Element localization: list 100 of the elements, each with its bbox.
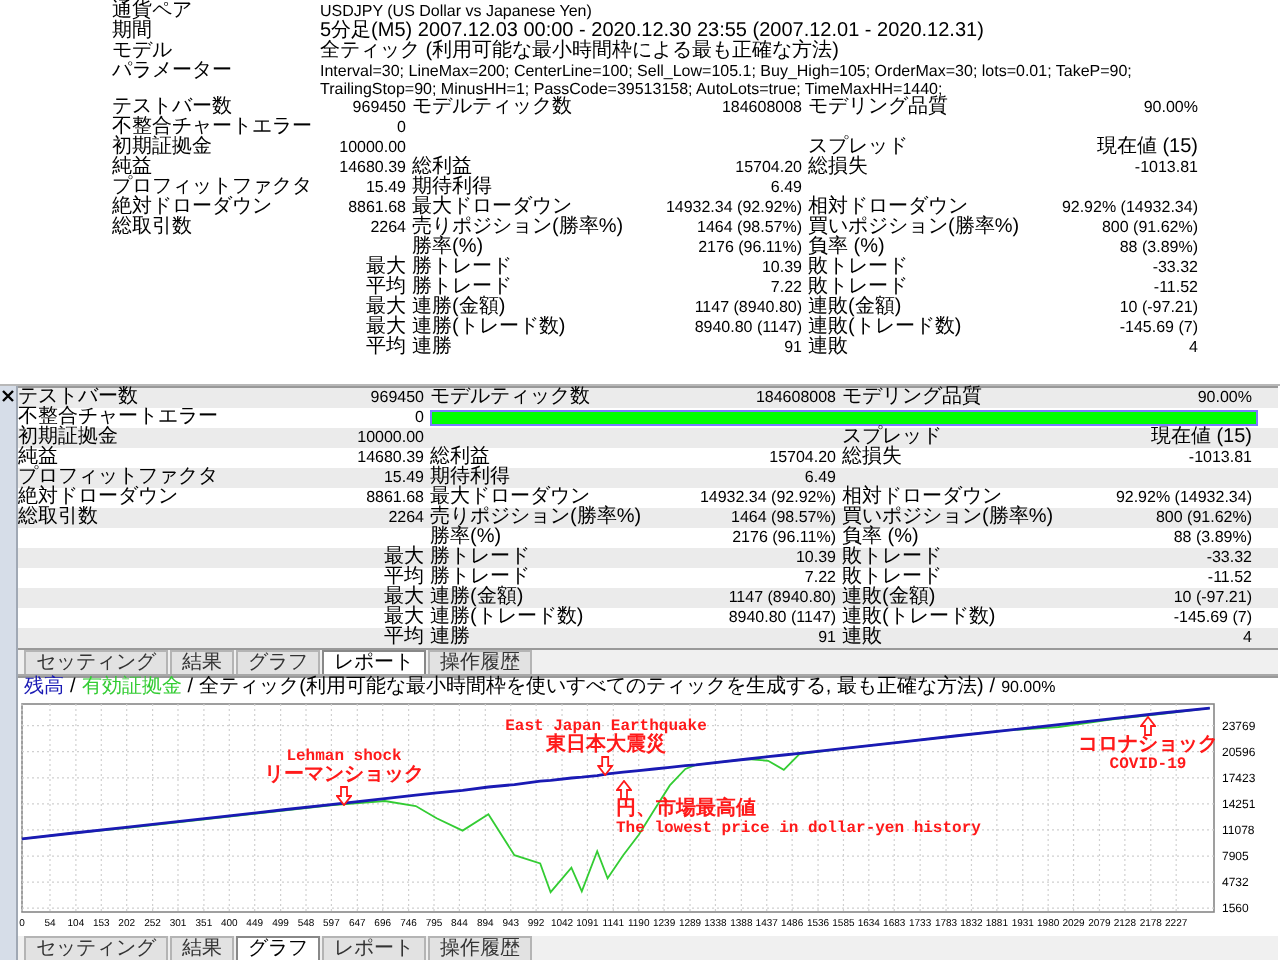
table-cell-text: 91 [816, 628, 838, 648]
table-cell-text: 勝トレード [430, 568, 532, 588]
table-cell-text: 15704.20 [767, 448, 838, 468]
table-cell-text: 6.49 [802, 468, 838, 488]
table-cell-text: 4 [1241, 628, 1254, 648]
table-cell-text: 8861.68 [364, 488, 426, 508]
annotation-label: The lowest price in dollar-yen history [616, 820, 981, 838]
stat-label: 連勝 [412, 338, 453, 358]
table-cell-text: 平均 [382, 628, 426, 648]
stat-label: 勝トレード [412, 258, 514, 278]
stat-label: 不整合チャートエラー [112, 118, 314, 138]
stat-value: 10000.00 [337, 138, 408, 158]
table-cell-text: 勝率(%) [430, 528, 504, 548]
table-cell-text: 1464 (98.57%) [729, 508, 838, 528]
table-cell-text: -1013.81 [1186, 448, 1254, 468]
stat-label: 総取引数 [112, 218, 194, 238]
stat-value: 91 [782, 338, 804, 358]
field-value: 5分足(M5) 2007.12.03 00:00 - 2020.12.30 23:55 (2007.12.01 - 2020.12.31) [320, 22, 986, 42]
stat-value: 1147 (8940.80) [692, 298, 804, 318]
table-cell-text: 絶対ドローダウン [18, 488, 180, 508]
stat-value: 最大 [364, 318, 408, 338]
chart-title: 全ティック(利用可能な最小時間枠を使いすべてのティックを生成する, 最も正確な方法) [199, 678, 984, 700]
stat-value: 90.00% [1141, 98, 1200, 118]
table-cell-text: 10 (-97.21) [1171, 588, 1254, 608]
stat-value: 1464 (98.57%) [695, 218, 804, 238]
table-cell-text: 14932.34 (92.92%) [697, 488, 838, 508]
tab[interactable]: グラフ [236, 650, 320, 674]
annotation-label: East Japan Earthquake [505, 718, 707, 736]
table-cell-text: 最大 [382, 588, 426, 608]
tab[interactable]: 操作履歴 [428, 936, 532, 960]
table-cell-text: 15.49 [381, 468, 426, 488]
tab[interactable]: 操作履歴 [428, 650, 532, 674]
stat-value: -33.32 [1150, 258, 1200, 278]
table-cell-text: 連勝 [430, 628, 471, 648]
tab[interactable]: 結果 [170, 650, 234, 674]
stat-value: 2264 [368, 218, 408, 238]
table-cell-text: 最大 [382, 608, 426, 628]
stat-value: 平均 [364, 338, 408, 358]
stat-value: 現在値 (15) [1094, 138, 1200, 158]
table-cell-text: 10.39 [793, 548, 838, 568]
table-cell-text: 期待利得 [430, 468, 512, 488]
annotation-label: コロナショック [1078, 736, 1218, 756]
stat-label: 初期証拠金 [112, 138, 214, 158]
stat-value: 14932.34 (92.92%) [663, 198, 804, 218]
stat-value: 6.49 [768, 178, 804, 198]
stat-label: プロフィットファクタ [112, 178, 314, 198]
table-cell-text: 連勝(金額) [430, 588, 526, 608]
stat-value: 7.22 [768, 278, 804, 298]
table-cell-text: 現在値 (15) [1148, 428, 1254, 448]
tab[interactable]: セッティング [24, 936, 168, 960]
stat-label: テストバー数 [112, 98, 234, 118]
annotation-label: 東日本大震災 [546, 736, 666, 756]
stat-value: 8940.80 (1147) [692, 318, 804, 338]
stat-value: 969450 [350, 98, 408, 118]
table-cell-text: 連勝(トレード数) [430, 608, 586, 628]
stat-value: 10.39 [759, 258, 804, 278]
table-cell-text: 0 [413, 408, 426, 428]
arrow-icon [1140, 716, 1156, 736]
table-cell-text: 勝トレード [430, 548, 532, 568]
table-cell-text: 最大ドローダウン [430, 488, 590, 508]
table-cell-text: 連敗 [842, 628, 883, 648]
stat-value: 0 [395, 118, 408, 138]
stat-value: 最大 [364, 298, 408, 318]
tab[interactable]: 結果 [170, 936, 234, 960]
table-cell-text: 969450 [368, 388, 426, 408]
field-label: モデル [112, 42, 174, 62]
table-cell-text: 92.92% (14932.34) [1113, 488, 1254, 508]
stat-label: 敗トレード [808, 278, 910, 298]
table-cell-text: 7.22 [802, 568, 838, 588]
stat-label: 敗トレード [808, 258, 910, 278]
stat-value: 最大 [364, 258, 408, 278]
stat-label: 連敗(金額) [808, 298, 904, 318]
tab[interactable]: グラフ [236, 936, 320, 960]
stat-label: 勝率(%) [412, 238, 486, 258]
table-cell-text: スプレッド [842, 428, 944, 448]
table-cell-text: 10000.00 [355, 428, 426, 448]
stat-label: 負率 (%) [808, 238, 887, 258]
stat-value: 平均 [364, 278, 408, 298]
stat-value: -145.69 (7) [1117, 318, 1200, 338]
stat-label: 売りポジション(勝率%) [412, 218, 626, 238]
stat-label: 相対ドローダウン [808, 198, 968, 218]
table-cell-text: 最大 [382, 548, 426, 568]
close-icon[interactable] [2, 390, 14, 402]
table-cell-text: 2264 [386, 508, 426, 528]
table-cell-text: 88 (3.89%) [1171, 528, 1254, 548]
tab[interactable]: セッティング [24, 650, 168, 674]
stat-value: 10 (-97.21) [1117, 298, 1200, 318]
stat-label: 純益 [112, 158, 154, 178]
stat-label: 勝トレード [412, 278, 514, 298]
tab[interactable]: レポート [322, 650, 426, 674]
stat-label: モデリング品質 [808, 98, 950, 118]
table-cell-text: 初期証拠金 [18, 428, 120, 448]
table-cell-text: 負率 (%) [842, 528, 921, 548]
stat-value: -1013.81 [1132, 158, 1200, 178]
table-cell-text: -145.69 (7) [1171, 608, 1254, 628]
table-cell-text: 総取引数 [18, 508, 100, 528]
stat-label: 最大ドローダウン [412, 198, 572, 218]
tab[interactable]: レポート [322, 936, 426, 960]
table-cell-text: 連敗(金額) [842, 588, 938, 608]
field-value: Interval=30; LineMax=200; CenterLine=100; Sell_Low=105.1; Buy_High=105; OrderMax=30; lots=0.01; TakeP=90; TrailingStop=90; MinusHH=1; PassCode=39513158; AutoLots=true; TimeMaxHH=1440; [320, 62, 1134, 98]
